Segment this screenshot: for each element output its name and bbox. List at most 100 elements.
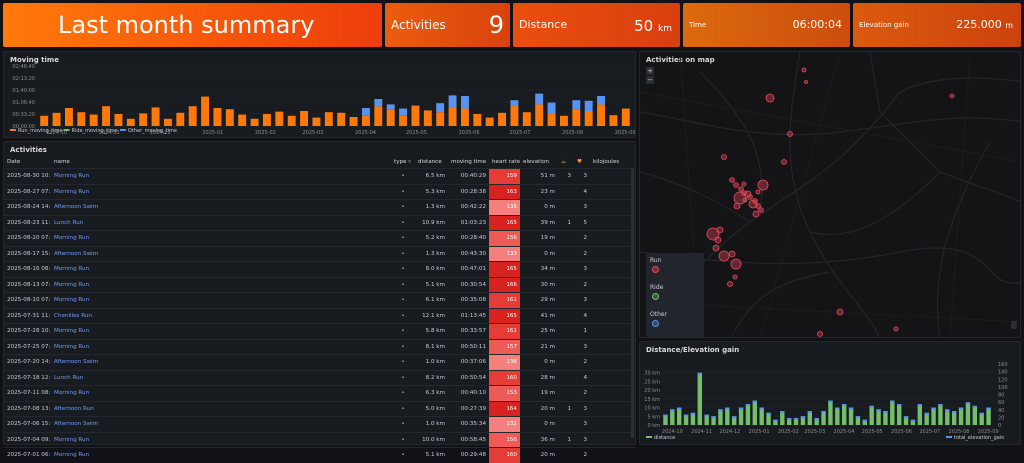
- run-moving-time-bar[interactable]: [139, 113, 148, 126]
- distance-bar[interactable]: [945, 409, 950, 425]
- run-moving-time-bar[interactable]: [584, 111, 593, 126]
- elevation-bar-cap[interactable]: [759, 407, 764, 410]
- other-moving-time-bar[interactable]: [460, 96, 469, 109]
- elevation-bar-cap[interactable]: [869, 405, 874, 408]
- other-moving-time-bar[interactable]: [448, 95, 457, 108]
- elevation-bar-cap[interactable]: [704, 414, 709, 417]
- elevation-bar-cap[interactable]: [745, 404, 751, 407]
- run-moving-time-bar[interactable]: [485, 117, 494, 126]
- run-activity-marker[interactable]: [732, 274, 738, 280]
- elevation-bar-cap[interactable]: [773, 419, 778, 422]
- other-moving-time-bar[interactable]: [510, 100, 519, 106]
- activity-name-cell[interactable]: Morning Run: [51, 261, 391, 277]
- run-activity-marker[interactable]: [755, 189, 761, 195]
- distance-bar[interactable]: [896, 404, 902, 425]
- run-activity-marker[interactable]: [728, 250, 736, 258]
- run-moving-time-bar[interactable]: [77, 112, 86, 126]
- run-activity-marker[interactable]: [721, 154, 727, 160]
- run-moving-time-bar[interactable]: [535, 104, 544, 126]
- distance-bar[interactable]: [670, 409, 675, 425]
- other-moving-time-bar[interactable]: [374, 99, 383, 107]
- distance-bar[interactable]: [848, 407, 854, 425]
- activity-name-cell[interactable]: Afternoon Swim: [51, 245, 391, 262]
- elevation-bar-cap[interactable]: [910, 419, 916, 422]
- elevation-bar-cap[interactable]: [896, 404, 902, 407]
- elevation-bar-cap[interactable]: [958, 407, 964, 410]
- distance-bar[interactable]: [931, 407, 936, 425]
- zoom-out-button[interactable]: −: [646, 76, 654, 84]
- elevation-bar-cap[interactable]: [663, 414, 668, 417]
- run-activity-marker[interactable]: [781, 159, 787, 165]
- other-moving-time-bar[interactable]: [572, 100, 581, 110]
- elevation-bar-cap[interactable]: [848, 407, 854, 410]
- other-moving-time-bar[interactable]: [386, 104, 395, 110]
- elevation-bar-cap[interactable]: [924, 412, 929, 415]
- elevation-bar-cap[interactable]: [841, 404, 847, 407]
- run-moving-time-bar[interactable]: [201, 96, 210, 126]
- run-moving-time-bar[interactable]: [460, 108, 469, 126]
- activity-row[interactable]: 2025-08-30 10: Morning Run • 6.5 km 00:40:29…: [4, 168, 636, 184]
- distance-bar[interactable]: [958, 407, 964, 425]
- activity-name-cell[interactable]: Morning Run: [51, 183, 391, 200]
- run-moving-time-bar[interactable]: [225, 109, 234, 126]
- elevation-bar-cap[interactable]: [697, 372, 703, 375]
- elevation-bar-cap[interactable]: [683, 414, 689, 417]
- run-moving-time-bar[interactable]: [89, 114, 98, 126]
- distance-bar[interactable]: [890, 400, 895, 425]
- elevation-bar-cap[interactable]: [793, 418, 799, 421]
- elevation-bar-cap[interactable]: [938, 404, 943, 407]
- activity-row[interactable]: 2025-08-24 14: Afternoon Swim • 1.3 km 00:42…: [4, 199, 636, 215]
- activity-row[interactable]: 2025-07-31 11: Chenilles Run • 12.1 km 01:13…: [4, 307, 636, 324]
- run-activity-marker[interactable]: [729, 177, 735, 183]
- other-moving-time-bar[interactable]: [597, 96, 606, 105]
- other-moving-time-bar[interactable]: [547, 102, 556, 114]
- run-moving-time-bar[interactable]: [312, 117, 321, 126]
- distance-legend-label[interactable]: distance: [654, 435, 675, 441]
- other-moving-time-bar[interactable]: [584, 100, 593, 111]
- elevation-bar-cap[interactable]: [972, 405, 978, 408]
- map-attribution-icon[interactable]: [1011, 321, 1017, 329]
- elevation-bar-cap[interactable]: [862, 419, 868, 422]
- distance-bar[interactable]: [828, 400, 833, 425]
- activity-row[interactable]: 2025-07-25 07: Morning Run • 8.1 km 00:50:11…: [4, 338, 636, 355]
- other-moving-time-bar[interactable]: [399, 108, 408, 116]
- run-activity-marker[interactable]: [949, 93, 955, 99]
- activity-name-cell[interactable]: Afternoon Swim: [51, 199, 391, 215]
- col-likes[interactable]: ♥: [574, 156, 590, 169]
- elevation-bar-cap[interactable]: [979, 412, 984, 415]
- elevation-bar-cap[interactable]: [965, 402, 971, 405]
- run-moving-time-bar[interactable]: [188, 106, 197, 126]
- distance-bar[interactable]: [938, 404, 943, 425]
- run-activity-marker[interactable]: [727, 281, 733, 287]
- run-activity-marker[interactable]: [712, 244, 720, 252]
- activity-name-cell[interactable]: Morning Run: [51, 385, 391, 401]
- elevation-bar-cap[interactable]: [718, 409, 723, 412]
- elevation-bar-cap[interactable]: [780, 411, 785, 414]
- activity-name-cell[interactable]: Morning Run: [51, 168, 391, 184]
- run-moving-time-bar[interactable]: [163, 118, 172, 126]
- col-distance[interactable]: distance: [415, 156, 448, 169]
- distance-bar[interactable]: [697, 372, 703, 425]
- run-moving-time-bar[interactable]: [559, 115, 568, 126]
- run-moving-time-bar[interactable]: [374, 106, 383, 126]
- activity-name-cell[interactable]: Morning Run: [51, 292, 391, 308]
- run-activity-marker[interactable]: [836, 308, 844, 316]
- run-moving-time-bar[interactable]: [275, 111, 284, 126]
- run-moving-time-bar[interactable]: [547, 113, 556, 126]
- activity-name-cell[interactable]: Lunch Run: [51, 369, 391, 386]
- distance-bar[interactable]: [738, 407, 744, 425]
- run-moving-time-bar[interactable]: [473, 114, 482, 126]
- activity-row[interactable]: 2025-07-18 12: Lunch Run • 8.2 km 00:50:54 16…: [4, 369, 636, 386]
- zoom-in-button[interactable]: +: [646, 67, 654, 75]
- elevation-bar-cap[interactable]: [945, 409, 950, 412]
- run-moving-time-bar[interactable]: [448, 107, 457, 126]
- run-moving-time-bar[interactable]: [52, 112, 61, 126]
- col-name[interactable]: name: [51, 156, 391, 169]
- distance-bar[interactable]: [951, 411, 957, 425]
- run-activity-marker[interactable]: [741, 181, 747, 187]
- elevation-bar-cap[interactable]: [766, 412, 771, 415]
- run-activity-marker[interactable]: [752, 210, 760, 218]
- run-activity-marker[interactable]: [804, 80, 808, 84]
- run-activity-marker[interactable]: [752, 198, 758, 204]
- col-type[interactable]: type ▿: [391, 156, 415, 169]
